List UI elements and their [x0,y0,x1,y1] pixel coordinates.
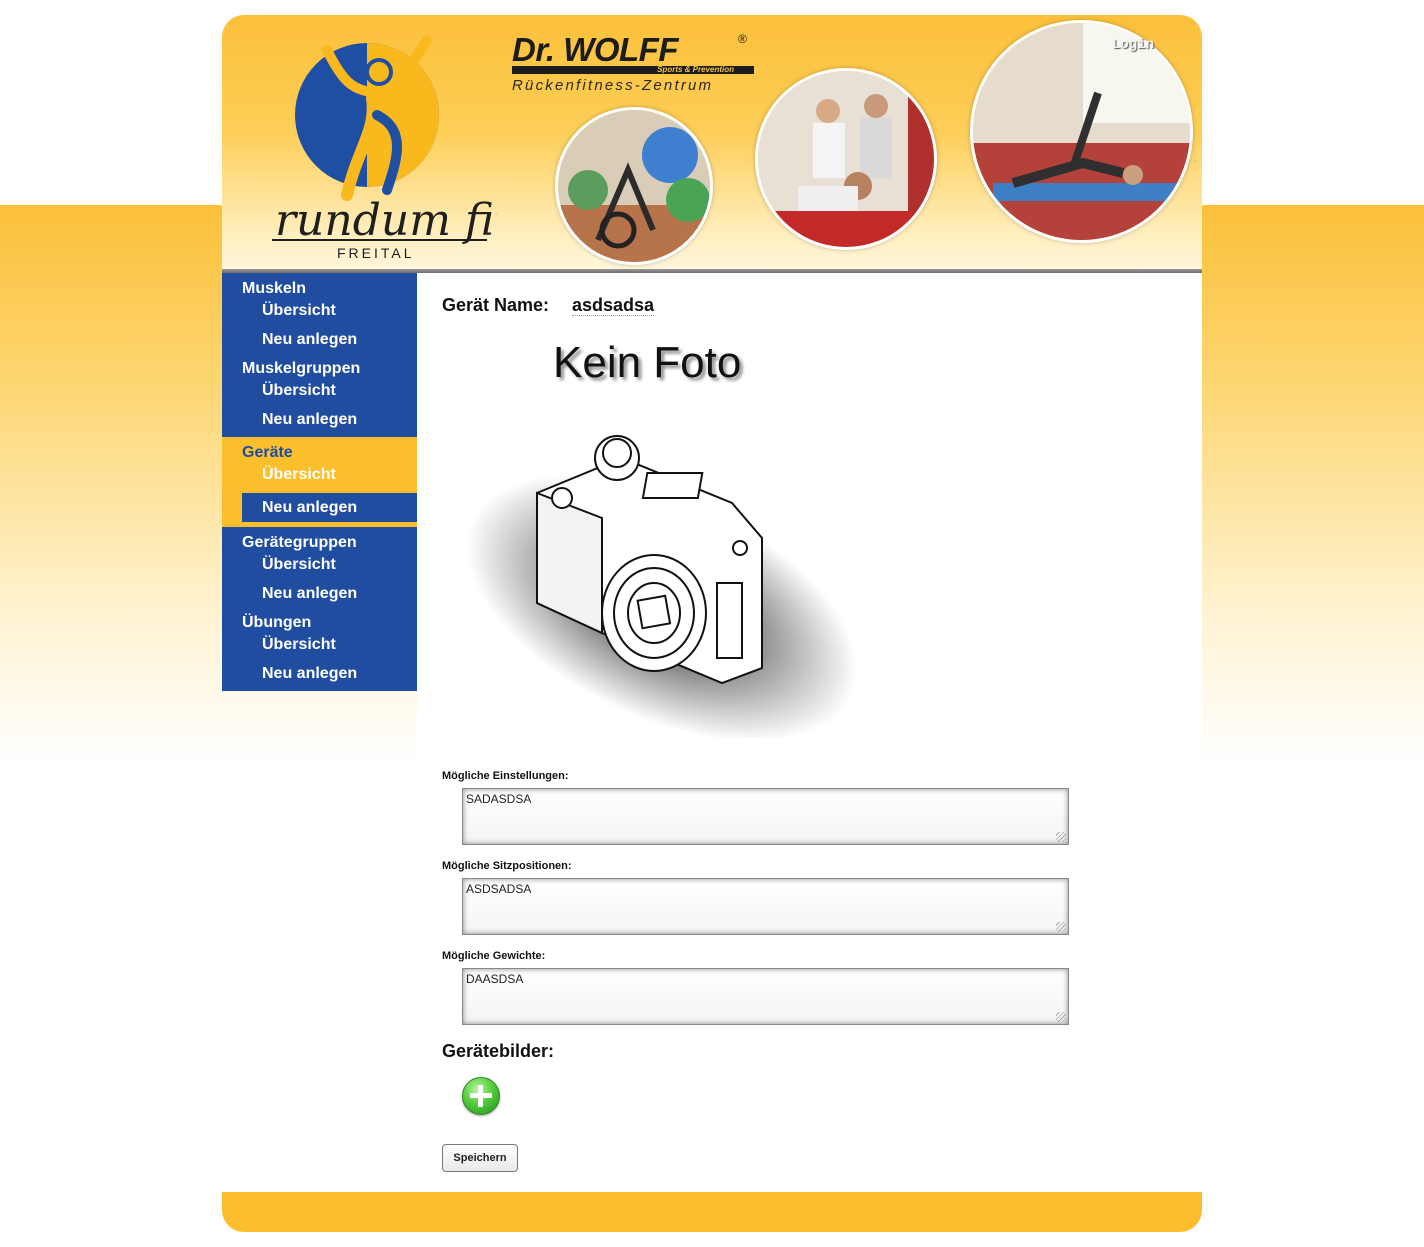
add-image-button[interactable] [462,1077,500,1115]
nav-item-muskelgruppen-neu-anlegen[interactable]: Neu anlegen [222,408,417,437]
settings-label: Mögliche Einstellungen: [442,770,569,782]
seat-positions-label: Mögliche Sitzpositionen: [442,860,572,872]
no-photo-placeholder: Kein Foto [442,338,882,738]
weights-value: DAASDSA [466,972,524,986]
device-name-row: Gerät Name: asdsadsa [442,295,655,316]
nav-title-muskelgruppen[interactable]: Muskelgruppen [222,359,417,379]
device-name-label: Gerät Name: [442,295,550,315]
nav-item-muskeln-uebersicht[interactable]: Übersicht [222,299,417,328]
resize-handle-icon[interactable] [1056,1012,1066,1022]
nav-group-geraete: Geräte Übersicht Neu anlegen [222,437,417,527]
nav-item-muskelgruppen-uebersicht[interactable]: Übersicht [222,379,417,408]
save-button[interactable]: Speichern [442,1144,518,1172]
nav-title-geraetegruppen[interactable]: Gerätegruppen [222,533,417,553]
nav-title-muskeln[interactable]: Muskeln [222,279,417,299]
settings-value: SADASDSA [466,792,532,806]
nav-item-geraetegruppen-uebersicht[interactable]: Übersicht [222,553,417,582]
weights-textarea[interactable]: DAASDSA [462,968,1069,1025]
nav-title-geraete[interactable]: Geräte [222,443,417,463]
nav-item-muskeln-neu-anlegen[interactable]: Neu anlegen [222,328,417,357]
brand-subtitle: Rückenfitness-Zentrum [512,77,714,94]
seat-positions-value: ASDSADSA [466,882,532,896]
brand-bar: Sports & Prevention [512,65,754,74]
resize-handle-icon[interactable] [1056,922,1066,932]
resize-handle-icon[interactable] [1056,832,1066,842]
site-header: rundum fit FREITAL Dr. WOLFF ® Sports & … [222,15,1202,273]
main-content: Gerät Name: asdsadsa Kein Foto Mögliche … [417,273,1202,1192]
rundum-fit-logo: rundum fit FREITAL [272,35,497,261]
nav-item-geraete-neu-anlegen[interactable]: Neu anlegen [242,493,417,522]
nav-item-uebungen-uebersicht[interactable]: Übersicht [222,633,417,662]
sidebar-nav: Muskeln Übersicht Neu anlegen Muskelgrup… [222,273,417,691]
gym-bikes-photo [555,107,713,265]
no-photo-text: Kein Foto [553,338,742,387]
site-footer [222,1192,1202,1232]
device-name-value[interactable]: asdsadsa [572,295,655,316]
nav-group-muskeln: Muskeln Übersicht Neu anlegen [222,273,417,357]
nav-item-geraete-uebersicht[interactable]: Übersicht [222,463,417,492]
svg-text:FREITAL: FREITAL [337,245,415,261]
camera-icon [466,435,858,738]
therapy-photo [755,68,937,250]
dr-wolff-brand: Dr. WOLFF ® Sports & Prevention Rückenfi… [512,32,772,94]
settings-textarea[interactable]: SADASDSA [462,788,1069,845]
seat-positions-textarea[interactable]: ASDSADSA [462,878,1069,935]
weights-label: Mögliche Gewichte: [442,950,546,962]
login-link[interactable]: Login [1112,37,1154,53]
device-images-title: Gerätebilder: [442,1041,555,1061]
brand-registered-mark: ® [738,32,747,46]
exercise-mat-photo [970,20,1193,243]
nav-group-geraetegruppen: Gerätegruppen Übersicht Neu anlegen [222,527,417,611]
nav-group-muskelgruppen: Muskelgruppen Übersicht Neu anlegen [222,357,417,437]
svg-text:rundum fit: rundum fit [275,195,497,246]
brand-name: Dr. WOLFF [512,31,678,68]
nav-item-uebungen-neu-anlegen[interactable]: Neu anlegen [222,662,417,691]
nav-title-uebungen[interactable]: Übungen [222,613,417,633]
brand-tagline: Sports & Prevention [657,65,734,74]
page-container: rundum fit FREITAL Dr. WOLFF ® Sports & … [222,15,1202,1232]
nav-group-uebungen: Übungen Übersicht Neu anlegen [222,611,417,691]
nav-item-geraetegruppen-neu-anlegen[interactable]: Neu anlegen [222,582,417,611]
